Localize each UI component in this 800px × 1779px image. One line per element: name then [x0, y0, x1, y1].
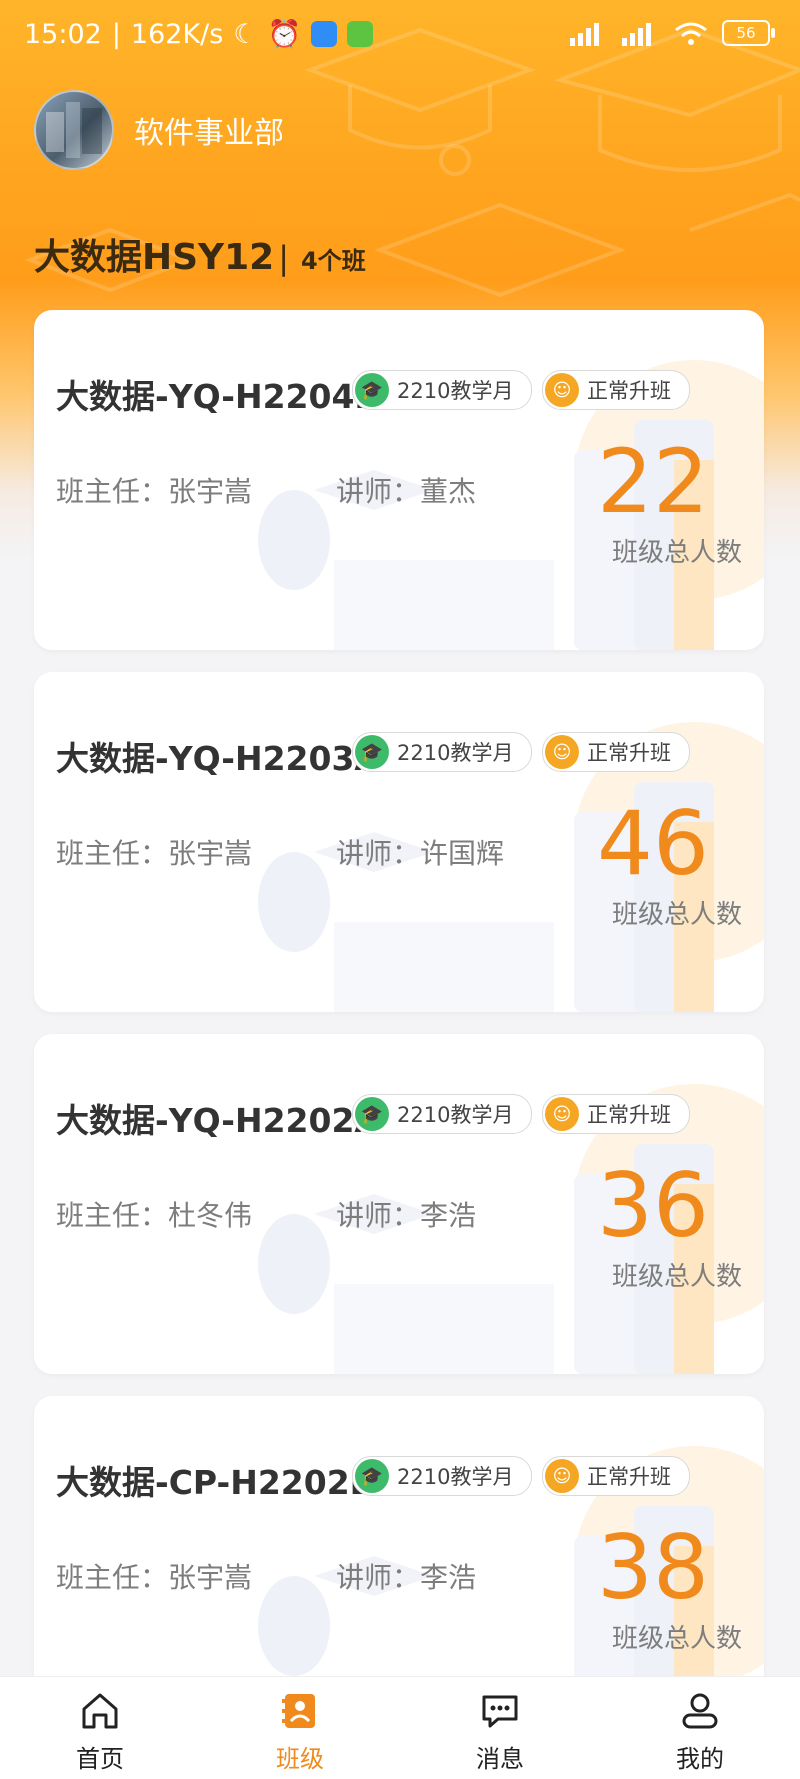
- class-name: 大数据-CP-H2202B: [56, 1463, 375, 1502]
- head-teacher: 班主任：张宇嵩: [56, 1561, 253, 1594]
- alarm-icon: ⏰: [267, 19, 302, 50]
- group-title: 大数据HSY12 | 4个班: [34, 228, 366, 280]
- term-label: 2210教学月: [397, 1103, 514, 1127]
- class-icon: [282, 1694, 315, 1728]
- student-count-label: 班级总人数: [611, 1262, 742, 1292]
- term-label: 2210教学月: [397, 741, 514, 765]
- class-name: 大数据-YQ-H2202A: [56, 1101, 380, 1140]
- student-count-label: 班级总人数: [611, 538, 742, 568]
- student-count: 38: [597, 1516, 709, 1619]
- graduation-cap-icon: 🎓: [355, 1097, 389, 1131]
- student-count: 36: [597, 1154, 709, 1257]
- class-count: 4个班: [301, 247, 366, 275]
- tab-label: 班级: [276, 1745, 324, 1773]
- group-name: 大数据HSY12: [34, 237, 275, 278]
- graduation-cap-icon: 🎓: [355, 1459, 389, 1493]
- class-card[interactable]: 大数据-CP-H2202B 🎓 2210教学月 ☺ 正常升班 班主任：张宇嵩 讲…: [34, 1396, 764, 1696]
- tab-home[interactable]: 首页: [0, 1677, 200, 1779]
- class-card[interactable]: 大数据-YQ-H2204B 🎓 2210教学月 ☺ 正常升班 班主任：张宇嵩 讲…: [34, 310, 764, 650]
- graduation-cap-icon: 🎓: [355, 373, 389, 407]
- tab-messages[interactable]: 消息: [400, 1677, 600, 1779]
- smiley-icon: ☺: [545, 735, 579, 769]
- class-name: 大数据-YQ-H2204B: [56, 377, 380, 416]
- department-profile[interactable]: 软件事业部: [34, 90, 284, 170]
- term-badge: 🎓 2210教学月: [352, 1094, 533, 1134]
- term-label: 2210教学月: [397, 379, 514, 403]
- wifi-icon: [675, 22, 707, 45]
- signal-icon: [570, 23, 599, 46]
- smiley-icon: ☺: [545, 1459, 579, 1493]
- status-label: 正常升班: [587, 741, 671, 765]
- lecturer: 讲师：李浩: [336, 1199, 477, 1232]
- tab-label: 首页: [76, 1745, 124, 1773]
- term-badge: 🎓 2210教学月: [352, 732, 533, 772]
- head-teacher: 班主任：杜冬伟: [56, 1199, 253, 1232]
- status-label: 正常升班: [587, 379, 671, 403]
- tab-class[interactable]: 班级: [200, 1677, 400, 1779]
- term-label: 2210教学月: [397, 1465, 514, 1489]
- class-name: 大数据-YQ-H2203A: [56, 739, 380, 778]
- smiley-icon: ☺: [545, 373, 579, 407]
- lecturer: 讲师：许国辉: [336, 837, 505, 870]
- tab-label: 我的: [676, 1745, 724, 1773]
- status-divider: |: [111, 18, 121, 50]
- status-right: 56: [570, 20, 775, 46]
- tab-profile[interactable]: 我的: [600, 1677, 800, 1779]
- class-card[interactable]: 大数据-YQ-H2203A 🎓 2210教学月 ☺ 正常升班 班主任：张宇嵩 讲…: [34, 672, 764, 1012]
- avatar[interactable]: [34, 90, 114, 170]
- smiley-icon: ☺: [545, 1097, 579, 1131]
- network-speed: 162K/s: [130, 18, 224, 50]
- status-badge: ☺ 正常升班: [542, 1456, 690, 1496]
- student-count-label: 班级总人数: [611, 1624, 742, 1654]
- head-teacher: 班主任：张宇嵩: [56, 475, 253, 508]
- term-badge: 🎓 2210教学月: [352, 1456, 533, 1496]
- group-separator: |: [278, 239, 290, 277]
- tab-label: 消息: [476, 1745, 524, 1773]
- status-time: 15:02: [24, 18, 102, 50]
- status-bar: 15:02 | 162K/s ☾ ⏰ 56: [0, 0, 800, 72]
- battery-icon: 56: [722, 20, 775, 46]
- profile-icon: [682, 1693, 718, 1729]
- download-notification-icon: [347, 21, 374, 47]
- bottom-tab-bar: 首页 班级 消息 我的: [0, 1676, 800, 1779]
- class-card[interactable]: 大数据-YQ-H2202A 🎓 2210教学月 ☺ 正常升班 班主任：杜冬伟 讲…: [34, 1034, 764, 1374]
- avatar-image: [46, 102, 102, 158]
- message-icon: [482, 1695, 518, 1728]
- lecturer: 讲师：董杰: [336, 475, 477, 508]
- term-badge: 🎓 2210教学月: [352, 370, 533, 410]
- home-icon: [82, 1693, 118, 1729]
- status-badge: ☺ 正常升班: [542, 370, 690, 410]
- status-left: 15:02 | 162K/s ☾ ⏰: [24, 18, 374, 50]
- app-notification-icon: [311, 21, 338, 47]
- lecturer: 讲师：李浩: [336, 1561, 477, 1594]
- student-count: 22: [597, 430, 709, 533]
- status-badge: ☺ 正常升班: [542, 732, 690, 772]
- moon-icon: ☾: [233, 18, 258, 50]
- department-name: 软件事业部: [134, 116, 284, 151]
- signal-icon: [622, 23, 651, 46]
- student-count-label: 班级总人数: [611, 900, 742, 930]
- status-label: 正常升班: [587, 1465, 671, 1489]
- graduation-cap-icon: 🎓: [355, 735, 389, 769]
- student-count: 46: [597, 792, 709, 895]
- head-teacher: 班主任：张宇嵩: [56, 837, 253, 870]
- status-badge: ☺ 正常升班: [542, 1094, 690, 1134]
- status-label: 正常升班: [587, 1103, 671, 1127]
